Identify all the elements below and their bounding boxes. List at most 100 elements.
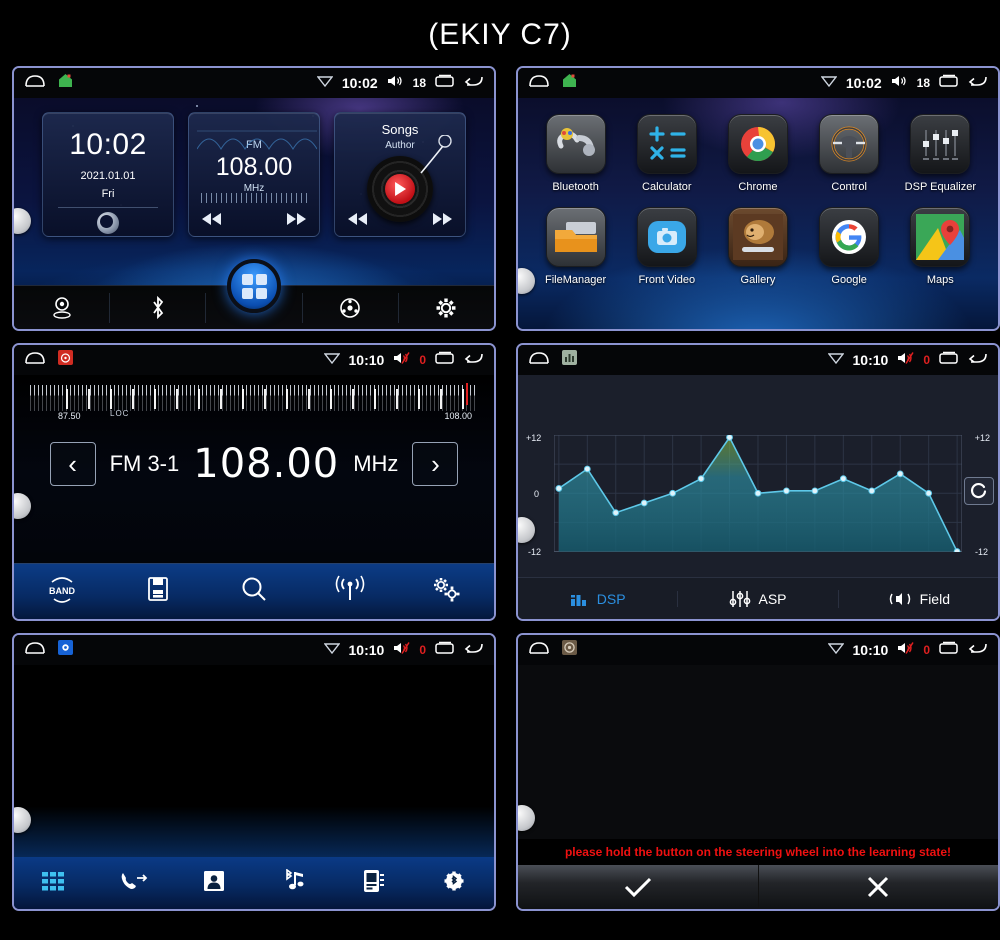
- app-maps[interactable]: Maps: [898, 207, 982, 286]
- back-icon[interactable]: [968, 74, 988, 93]
- app-gallery[interactable]: Gallery: [716, 207, 800, 286]
- scan-button[interactable]: [206, 575, 302, 608]
- bluetooth-app-icon[interactable]: [58, 640, 73, 660]
- panel-dsp-equalizer: 10:10 0 Source:: [516, 343, 1000, 621]
- phonebook-icon: [364, 869, 384, 892]
- music-next-button[interactable]: [431, 212, 453, 230]
- call-log-tab[interactable]: [94, 870, 174, 897]
- back-icon[interactable]: [464, 74, 484, 93]
- tune-up-button[interactable]: ›: [412, 442, 459, 486]
- back-icon[interactable]: [968, 351, 988, 370]
- current-frequency: 108.00: [193, 441, 340, 487]
- dock-item-apps[interactable]: [227, 259, 281, 313]
- reset-icon: [970, 482, 987, 499]
- wifi-icon: [323, 351, 340, 369]
- eq-axis-top-right: +12: [974, 433, 990, 443]
- dock-item-settings[interactable]: [399, 293, 494, 323]
- dock-item-bluetooth[interactable]: [110, 292, 207, 323]
- warning-message: please hold the button on the steering w…: [518, 839, 998, 865]
- keypad-tab[interactable]: [14, 870, 94, 897]
- eq-axis-bottom-left: -12: [528, 547, 542, 557]
- save-button[interactable]: [110, 576, 206, 607]
- app-filemanager[interactable]: FileManager: [534, 207, 618, 286]
- app-front-video[interactable]: Front Video: [625, 207, 709, 286]
- home-widgets: 10:02 2021.01.01 Fri FM 108.00 MHz Songs…: [42, 112, 466, 237]
- swc-app-icon[interactable]: [562, 640, 577, 660]
- back-icon[interactable]: [968, 641, 988, 660]
- radio-app-icon[interactable]: [58, 350, 73, 370]
- radio-next-button[interactable]: [285, 212, 307, 230]
- phonebook-tab[interactable]: [334, 869, 414, 898]
- panel-home-screen: 10:02 18 10:02 2021.01.01 Fri FM 108.00 …: [12, 66, 496, 331]
- home-nav-icon[interactable]: [24, 641, 46, 660]
- back-icon[interactable]: [464, 351, 484, 370]
- volume-icon[interactable]: [891, 74, 908, 93]
- volume-icon[interactable]: [387, 74, 404, 93]
- app-calculator[interactable]: Calculator: [625, 114, 709, 193]
- band-button[interactable]: BAND: [14, 574, 110, 609]
- eq-curve[interactable]: [554, 435, 962, 552]
- panel-app-drawer: 10:02 18 Bluetooth Calculator Chrome Con…: [516, 66, 1000, 331]
- volume-muted-icon[interactable]: [393, 351, 410, 370]
- equalizer-app-icon: [910, 114, 971, 174]
- volume-level: 18: [916, 76, 930, 90]
- bt-settings-icon: [444, 871, 464, 890]
- bt-settings-tab[interactable]: [414, 869, 494, 898]
- bt-music-tab[interactable]: [254, 867, 334, 898]
- footer-tab-asp[interactable]: ASP: [678, 589, 839, 608]
- radio-widget[interactable]: FM 108.00 MHz: [188, 112, 320, 237]
- call-log-icon: [121, 872, 148, 889]
- dock-item-media[interactable]: [303, 292, 399, 323]
- clock-widget[interactable]: 10:02 2021.01.01 Fri: [42, 112, 174, 237]
- radio-toolbar: BAND: [14, 563, 494, 619]
- volume-muted-icon[interactable]: [897, 641, 914, 660]
- home-nav-icon[interactable]: [24, 351, 46, 370]
- recents-icon[interactable]: [939, 74, 959, 93]
- volume-muted-icon[interactable]: [897, 351, 914, 370]
- apps-icon: [241, 273, 267, 299]
- recents-icon[interactable]: [435, 641, 455, 660]
- confirm-button[interactable]: [518, 865, 759, 909]
- music-prev-button[interactable]: [347, 212, 369, 230]
- launcher-app-icon[interactable]: [562, 73, 577, 93]
- app-chrome[interactable]: Chrome: [716, 114, 800, 193]
- app-dsp-equalizer[interactable]: DSP Equalizer: [898, 114, 982, 193]
- radio-prev-button[interactable]: [201, 212, 223, 230]
- contacts-tab[interactable]: [174, 870, 254, 897]
- app-bluetooth[interactable]: Bluetooth: [534, 114, 618, 193]
- home-nav-icon[interactable]: [528, 641, 550, 660]
- wifi-icon: [316, 74, 334, 92]
- app-control[interactable]: Control: [807, 114, 891, 193]
- media-icon: [340, 297, 361, 318]
- home-nav-icon[interactable]: [528, 351, 550, 370]
- reset-button[interactable]: [964, 477, 994, 505]
- home-nav-icon[interactable]: [24, 74, 46, 93]
- app-google[interactable]: Google: [807, 207, 891, 286]
- status-bar: 10:02 18: [14, 68, 494, 98]
- panel-grid: 10:02 18 10:02 2021.01.01 Fri FM 108.00 …: [0, 66, 1000, 911]
- dsp-app-icon[interactable]: [562, 350, 577, 370]
- waveform-graphic: [197, 130, 317, 150]
- recents-icon[interactable]: [939, 351, 959, 370]
- settings-button[interactable]: [398, 574, 494, 609]
- divider: [58, 207, 158, 208]
- recents-icon[interactable]: [939, 641, 959, 660]
- tune-down-button[interactable]: ‹: [49, 442, 96, 486]
- footer-tab-field[interactable]: Field: [839, 591, 998, 607]
- eq-chart-area[interactable]: +12 0 -12 +12 -12: [524, 431, 992, 559]
- tonearm-icon: [420, 135, 452, 174]
- recents-icon[interactable]: [435, 74, 455, 93]
- cancel-button[interactable]: [759, 865, 999, 909]
- play-icon[interactable]: [395, 182, 407, 196]
- volume-muted-icon[interactable]: [393, 641, 410, 660]
- recents-icon[interactable]: [435, 351, 455, 370]
- back-icon[interactable]: [464, 641, 484, 660]
- footer-tab-dsp[interactable]: DSP: [518, 590, 679, 607]
- home-nav-icon[interactable]: [528, 74, 550, 93]
- signal-button[interactable]: [302, 575, 398, 608]
- dock-item-navigation[interactable]: [14, 292, 111, 323]
- frequency-scale[interactable]: 87.50 108.00: [30, 379, 478, 435]
- music-widget[interactable]: Songs Author: [334, 112, 466, 237]
- keypad-icon: [42, 871, 64, 890]
- launcher-app-icon[interactable]: [58, 73, 73, 93]
